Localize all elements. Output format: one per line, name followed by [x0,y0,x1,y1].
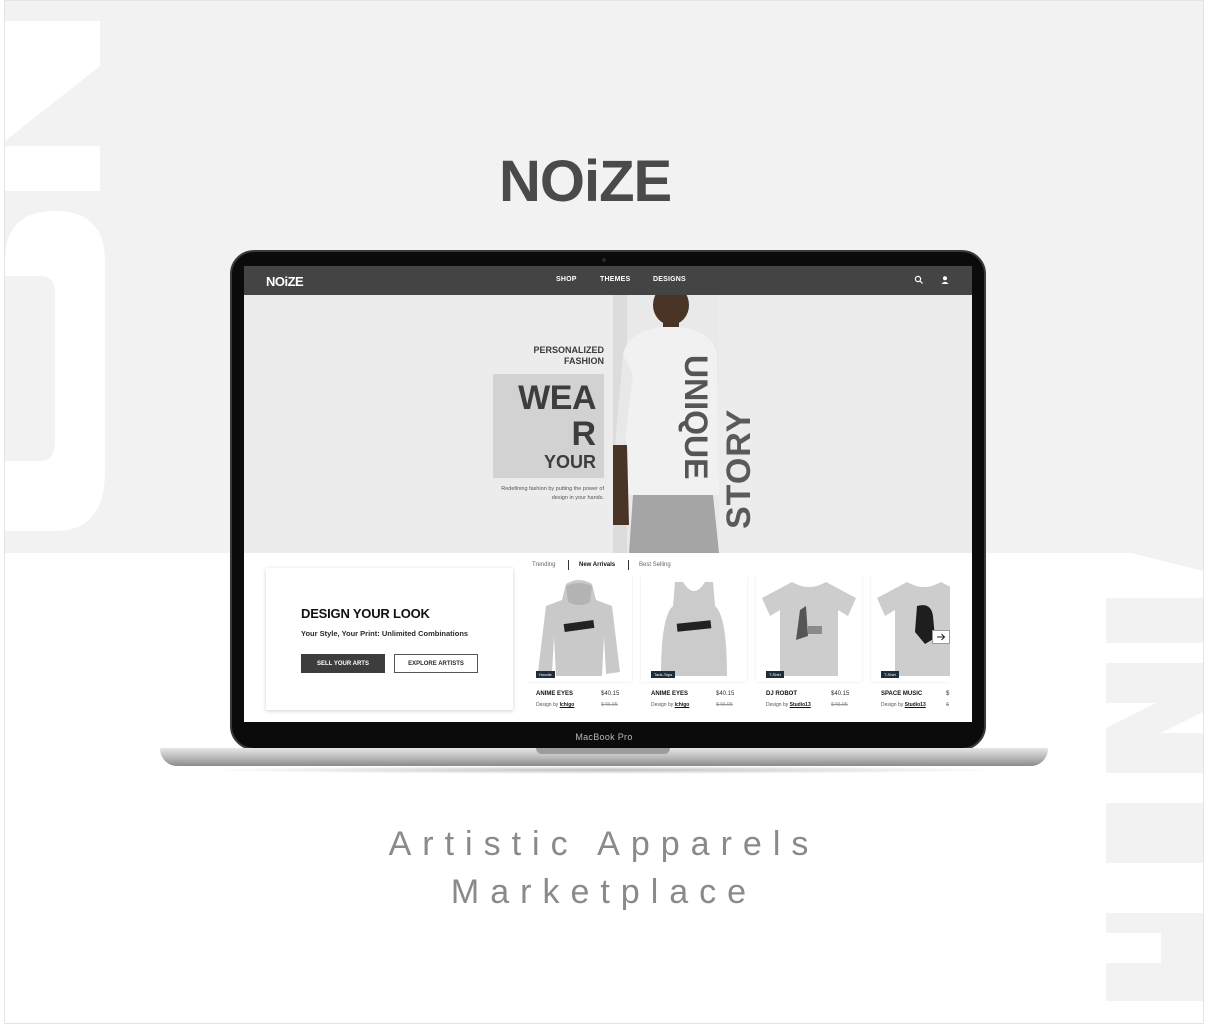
promo-title: DESIGN YOUR LOOK [301,606,430,621]
product-name[interactable]: SPACE MUSIC [881,691,922,697]
tank-top-image [661,582,727,676]
tab-best-selling[interactable]: Best Selling [639,562,671,568]
laptop-screen: NOiZE SHOP THEMES DESIGNS PERSONALIZED F… [244,266,972,722]
artist-link[interactable]: Studio13 [790,702,811,708]
product-name[interactable]: ANIME EYES [536,691,573,697]
hero-headline-line-1: WEA [518,379,596,417]
nav-link-designs[interactable]: DESIGNS [653,276,686,283]
nav-link-themes[interactable]: THEMES [600,276,630,283]
product-image [871,576,950,682]
product-price: $ [946,691,950,697]
laptop-notch [536,748,670,754]
artist-link[interactable]: Studio13 [905,702,926,708]
product-badge: T-Shirt [881,671,899,678]
product-image [756,576,862,682]
hero-headline-box: WEA R YOUR [493,374,604,478]
hero-headline-line-2: R [571,415,596,453]
product-card[interactable]: T-Shirt DJ ROBOT $40.15 Design by Studio… [756,576,862,716]
device-label: MacBook Pro [575,732,633,742]
product-old-price: $48.95 [831,702,848,708]
svg-text:STORY: STORY [720,409,758,529]
svg-text:NOiZE: NOiZE [266,274,304,287]
design-by-label: Design by [651,702,674,708]
product-price: $40.15 [601,691,620,697]
hero-kicker: PERSONALIZED FASHION [504,345,604,367]
laptop-shadow [200,766,1008,774]
user-icon[interactable] [940,275,950,285]
tab-new-arrivals[interactable]: New Arrivals [579,562,615,568]
arrow-right-icon [937,633,946,641]
product-image [641,576,747,682]
site-logo[interactable]: NOiZE [266,274,310,287]
product-designer: Design by Studio13 [881,702,926,708]
product-card[interactable]: Hoodie ANIME EYES $40.15 Design by Ichig… [526,576,632,716]
product-card[interactable]: T-Shirt SPACE MUSIC $ Design by Studio13… [871,576,950,716]
product-old-price: $48.95 [716,702,733,708]
tab-separator [628,560,629,570]
tagline-line-2: Marketplace [450,873,758,911]
hero-headline-line-3: YOUR [543,452,596,472]
explore-artists-button[interactable]: EXPLORE ARTISTS [394,654,478,673]
hero-description: Redefining fashion by putting the power … [501,486,604,501]
design-by-label: Design by [881,702,904,708]
tab-trending[interactable]: Trending [532,562,555,568]
product-carousel: Hoodie ANIME EYES $40.15 Design by Ichig… [526,576,950,716]
product-old-price: $ [946,702,950,708]
product-designer: Design by Ichigo [651,702,689,708]
search-icon[interactable] [914,275,924,285]
tagline-line-1: Artistic Apparels [388,825,820,863]
hero-kicker-line-2: FASHION [563,356,604,366]
product-badge: T-Shirt [766,671,784,678]
product-designer: Design by Ichigo [536,702,574,708]
background-letters-left [5,21,105,531]
tagline: Artistic Apparels Marketplace [280,820,928,916]
sell-your-arts-button[interactable]: SELL YOUR ARTS [301,654,385,673]
tab-separator [568,560,569,570]
product-price: $40.15 [831,691,850,697]
design-by-label: Design by [536,702,559,708]
product-old-price: $48.95 [601,702,618,708]
product-name[interactable]: DJ ROBOT [766,691,797,697]
site-navbar: NOiZE SHOP THEMES DESIGNS [244,266,972,295]
promo-subtitle: Your Style, Your Print: Unlimited Combin… [301,629,469,638]
hero-vertical-word: STORY [720,409,758,529]
brand-logo: NOiZE [499,151,672,207]
background-letters-right [1106,553,1203,1001]
tshirt-image [877,582,950,676]
product-name[interactable]: ANIME EYES [651,691,688,697]
product-price: $40.15 [716,691,735,697]
tshirt-image [762,582,856,676]
svg-text:NOiZE: NOiZE [499,151,671,207]
artist-link[interactable]: Ichigo [560,702,575,708]
product-image [526,576,632,682]
laptop-camera [602,258,606,262]
carousel-next-button[interactable] [932,630,950,644]
hoodie-image [538,580,620,676]
product-badge: Tank-Tops [651,671,676,678]
design-by-label: Design by [766,702,789,708]
hero-banner: PERSONALIZED FASHION WEA R YOUR Redefini… [244,295,972,553]
svg-text:UNIQUE: UNIQUE [678,355,714,479]
artist-link[interactable]: Ichigo [675,702,690,708]
product-designer: Design by Studio13 [766,702,811,708]
product-card[interactable]: Tank-Tops ANIME EYES $40.15 Design by Ic… [641,576,747,716]
nav-link-shop[interactable]: SHOP [556,276,577,283]
product-badge: Hoodie [536,671,555,678]
design-promo-card: DESIGN YOUR LOOK Your Style, Your Print:… [266,568,513,710]
hero-kicker-line-1: PERSONALIZED [533,345,604,355]
hero-model-image: UNIQUE [613,295,719,553]
